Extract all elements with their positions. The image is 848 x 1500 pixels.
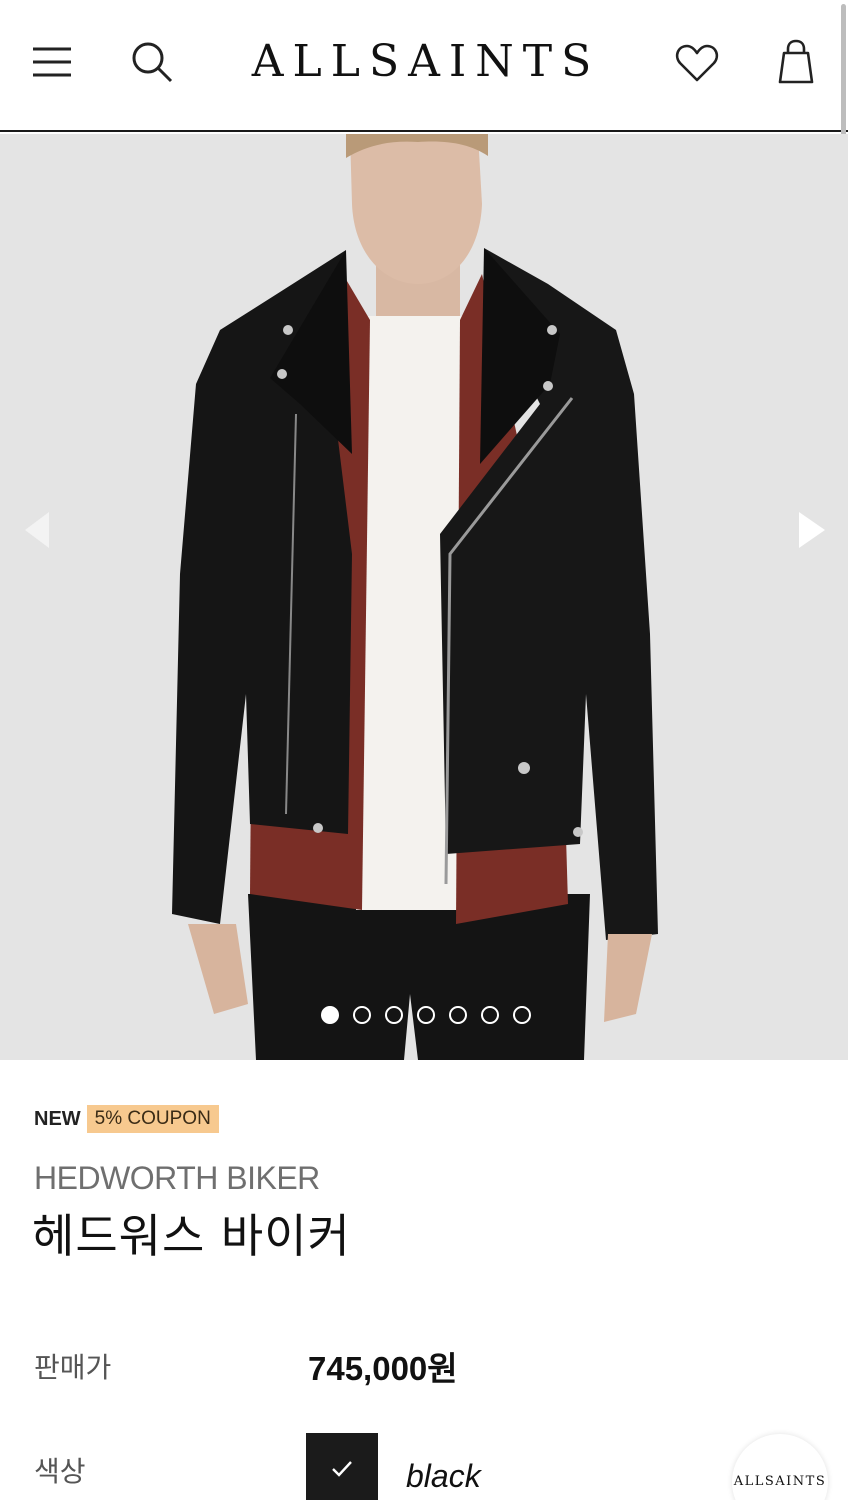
gallery-dot[interactable]	[481, 1006, 499, 1024]
product-name-english: HEDWORTH BIKER	[34, 1160, 320, 1196]
gallery-dot[interactable]	[353, 1006, 371, 1024]
gallery-next-button[interactable]	[790, 500, 834, 560]
price-label: 판매가	[34, 1351, 112, 1384]
gallery-dot[interactable]	[449, 1006, 467, 1024]
coupon-badge: 5% COUPON	[86, 1105, 219, 1133]
gallery-dot[interactable]	[385, 1006, 403, 1024]
product-image-gallery[interactable]	[0, 134, 848, 1060]
gallery-dot[interactable]	[417, 1006, 435, 1024]
hamburger-menu-icon	[33, 47, 71, 77]
site-header: ALLSAINTS	[0, 0, 848, 132]
product-badges: NEW 5% COUPON	[34, 1105, 219, 1133]
menu-button[interactable]	[28, 40, 76, 84]
color-label: 색상	[34, 1455, 86, 1488]
heart-icon	[675, 44, 719, 82]
brand-logo[interactable]: ALLSAINTS	[224, 30, 628, 94]
wishlist-button[interactable]	[670, 38, 724, 88]
search-icon	[132, 42, 173, 83]
new-badge: NEW	[34, 1107, 81, 1130]
product-name-korean: 헤드워스 바이커	[32, 1209, 351, 1263]
floating-brand-button[interactable]: ALLSAINTS	[732, 1434, 828, 1500]
gallery-pagination	[0, 1006, 848, 1028]
gallery-prev-button[interactable]	[14, 500, 58, 560]
chevron-left-icon	[25, 512, 49, 548]
chevron-right-icon	[799, 512, 825, 548]
search-button[interactable]	[126, 36, 178, 88]
gallery-dot[interactable]	[321, 1006, 339, 1024]
gallery-dot[interactable]	[513, 1006, 531, 1024]
checkmark-icon	[332, 1461, 352, 1477]
color-swatch-black[interactable]	[306, 1433, 378, 1500]
product-photo	[0, 134, 848, 1060]
shopping-bag-button[interactable]	[772, 36, 820, 88]
price-value: 745,000원	[308, 1350, 458, 1387]
shopping-bag-icon	[778, 39, 814, 84]
selected-color-name: black	[406, 1458, 481, 1494]
